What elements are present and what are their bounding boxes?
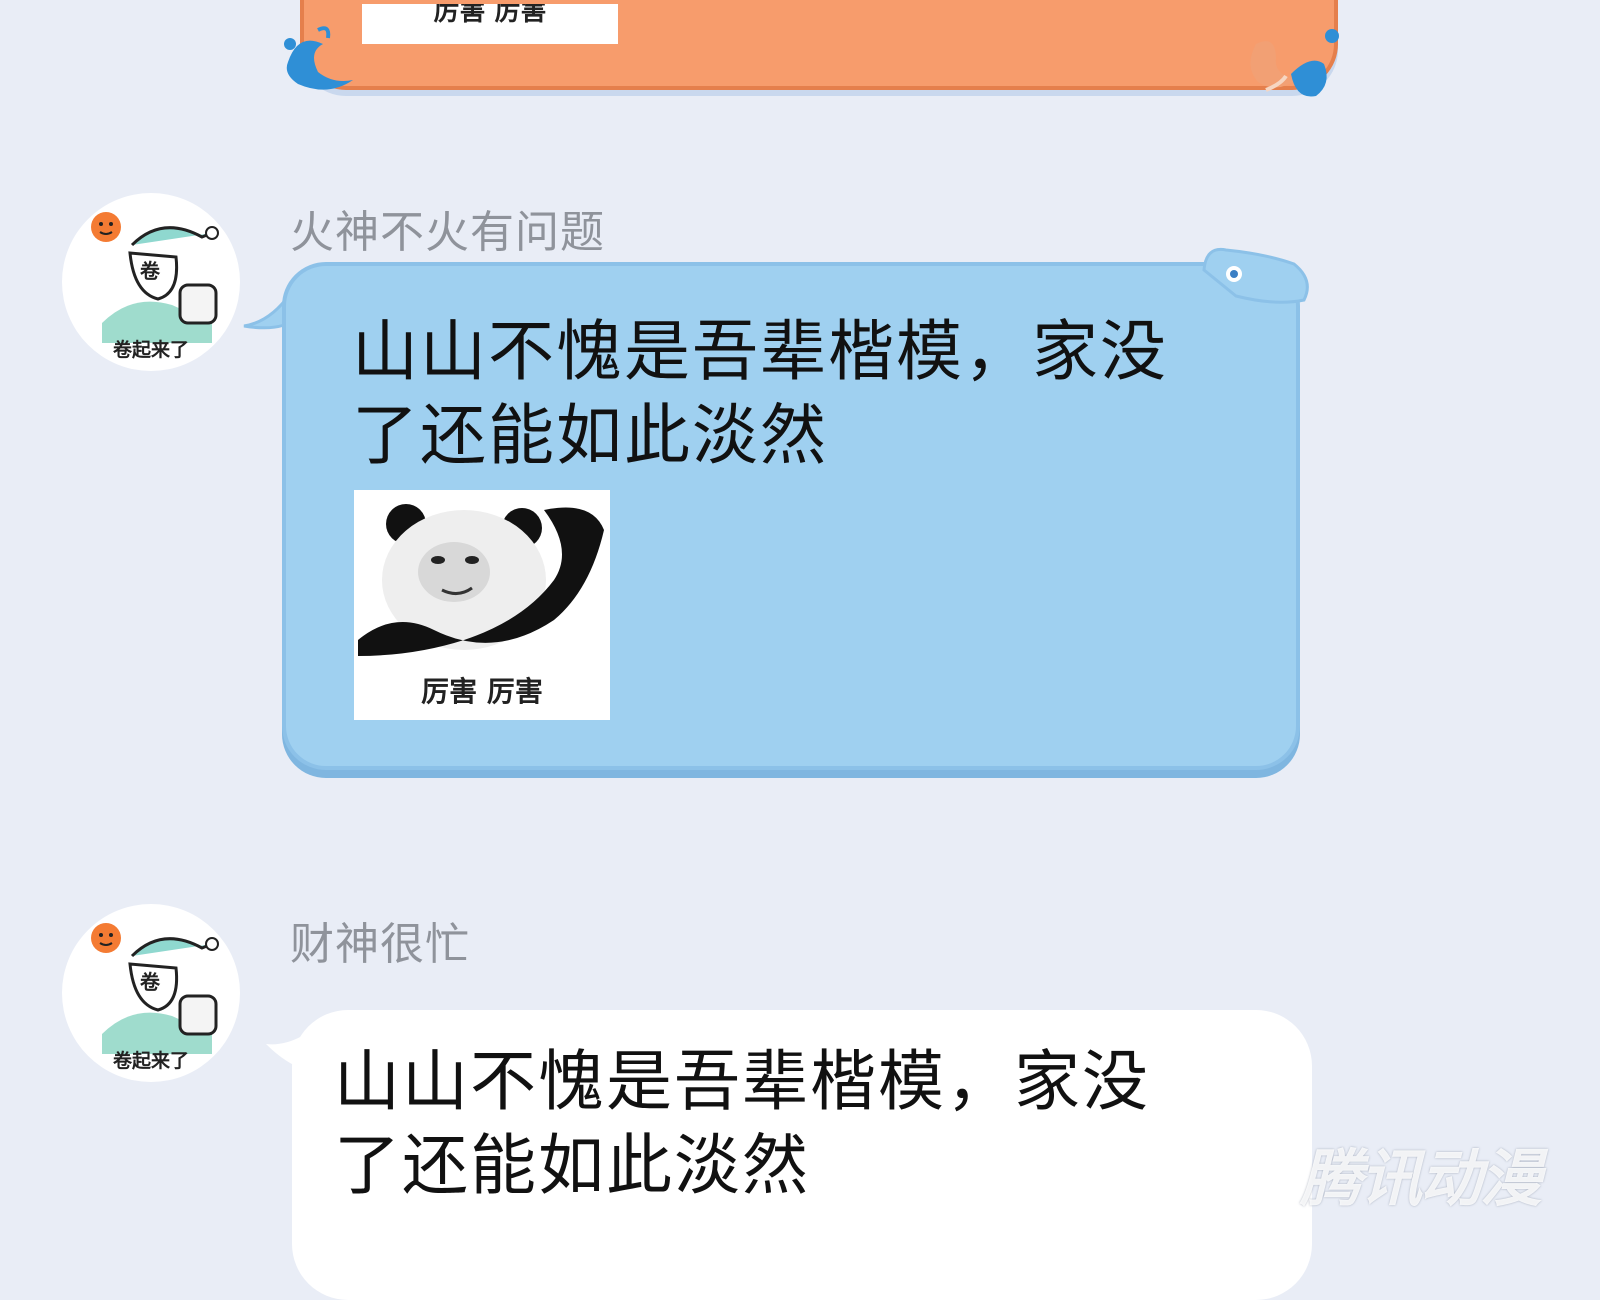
avatar[interactable]: 卷 卷起来了 <box>62 193 240 371</box>
message-bubble[interactable]: 山山不愧是吾辈楷模，家没 了还能如此淡然 <box>292 1010 1312 1300</box>
message-text-line: 山山不愧是吾辈楷模，家没 <box>334 1043 1150 1120</box>
message-text-line: 山山不愧是吾辈楷模，家没 <box>352 313 1168 390</box>
panda-meme-icon <box>358 504 604 656</box>
seal-head-decoration-icon <box>1202 247 1309 304</box>
message-text-line: 了还能如此淡然 <box>352 397 828 474</box>
avatar[interactable]: 卷 卷起来了 <box>62 904 240 1082</box>
sender-name: 财神很忙 <box>290 919 470 970</box>
wave-decoration-icon <box>1250 29 1339 97</box>
message-text-line: 了还能如此淡然 <box>334 1127 810 1204</box>
previous-sticker-caption: 厉害 厉害 <box>433 4 547 27</box>
message-bubble[interactable]: 山山不愧是吾辈楷模，家没 了还能如此淡然 厉害 厉害 <box>282 262 1300 770</box>
wave-decoration-icon <box>284 26 353 90</box>
panda-sticker[interactable]: 厉害 厉害 <box>354 490 610 720</box>
previous-message-bubble[interactable]: 厉害 厉害 <box>300 0 1338 90</box>
avatar-caption: 卷起来了 <box>112 1050 189 1072</box>
sticker-caption: 厉害 厉害 <box>421 675 543 708</box>
sender-name: 火神不火有问题 <box>290 207 605 258</box>
watermark-logo: 腾讯动漫 <box>1300 1142 1542 1215</box>
avatar-caption: 卷起来了 <box>112 339 189 361</box>
previous-sticker[interactable]: 厉害 厉害 <box>362 4 618 44</box>
avatar-glyph: 卷 <box>140 259 160 283</box>
avatar-glyph: 卷 <box>140 970 160 994</box>
